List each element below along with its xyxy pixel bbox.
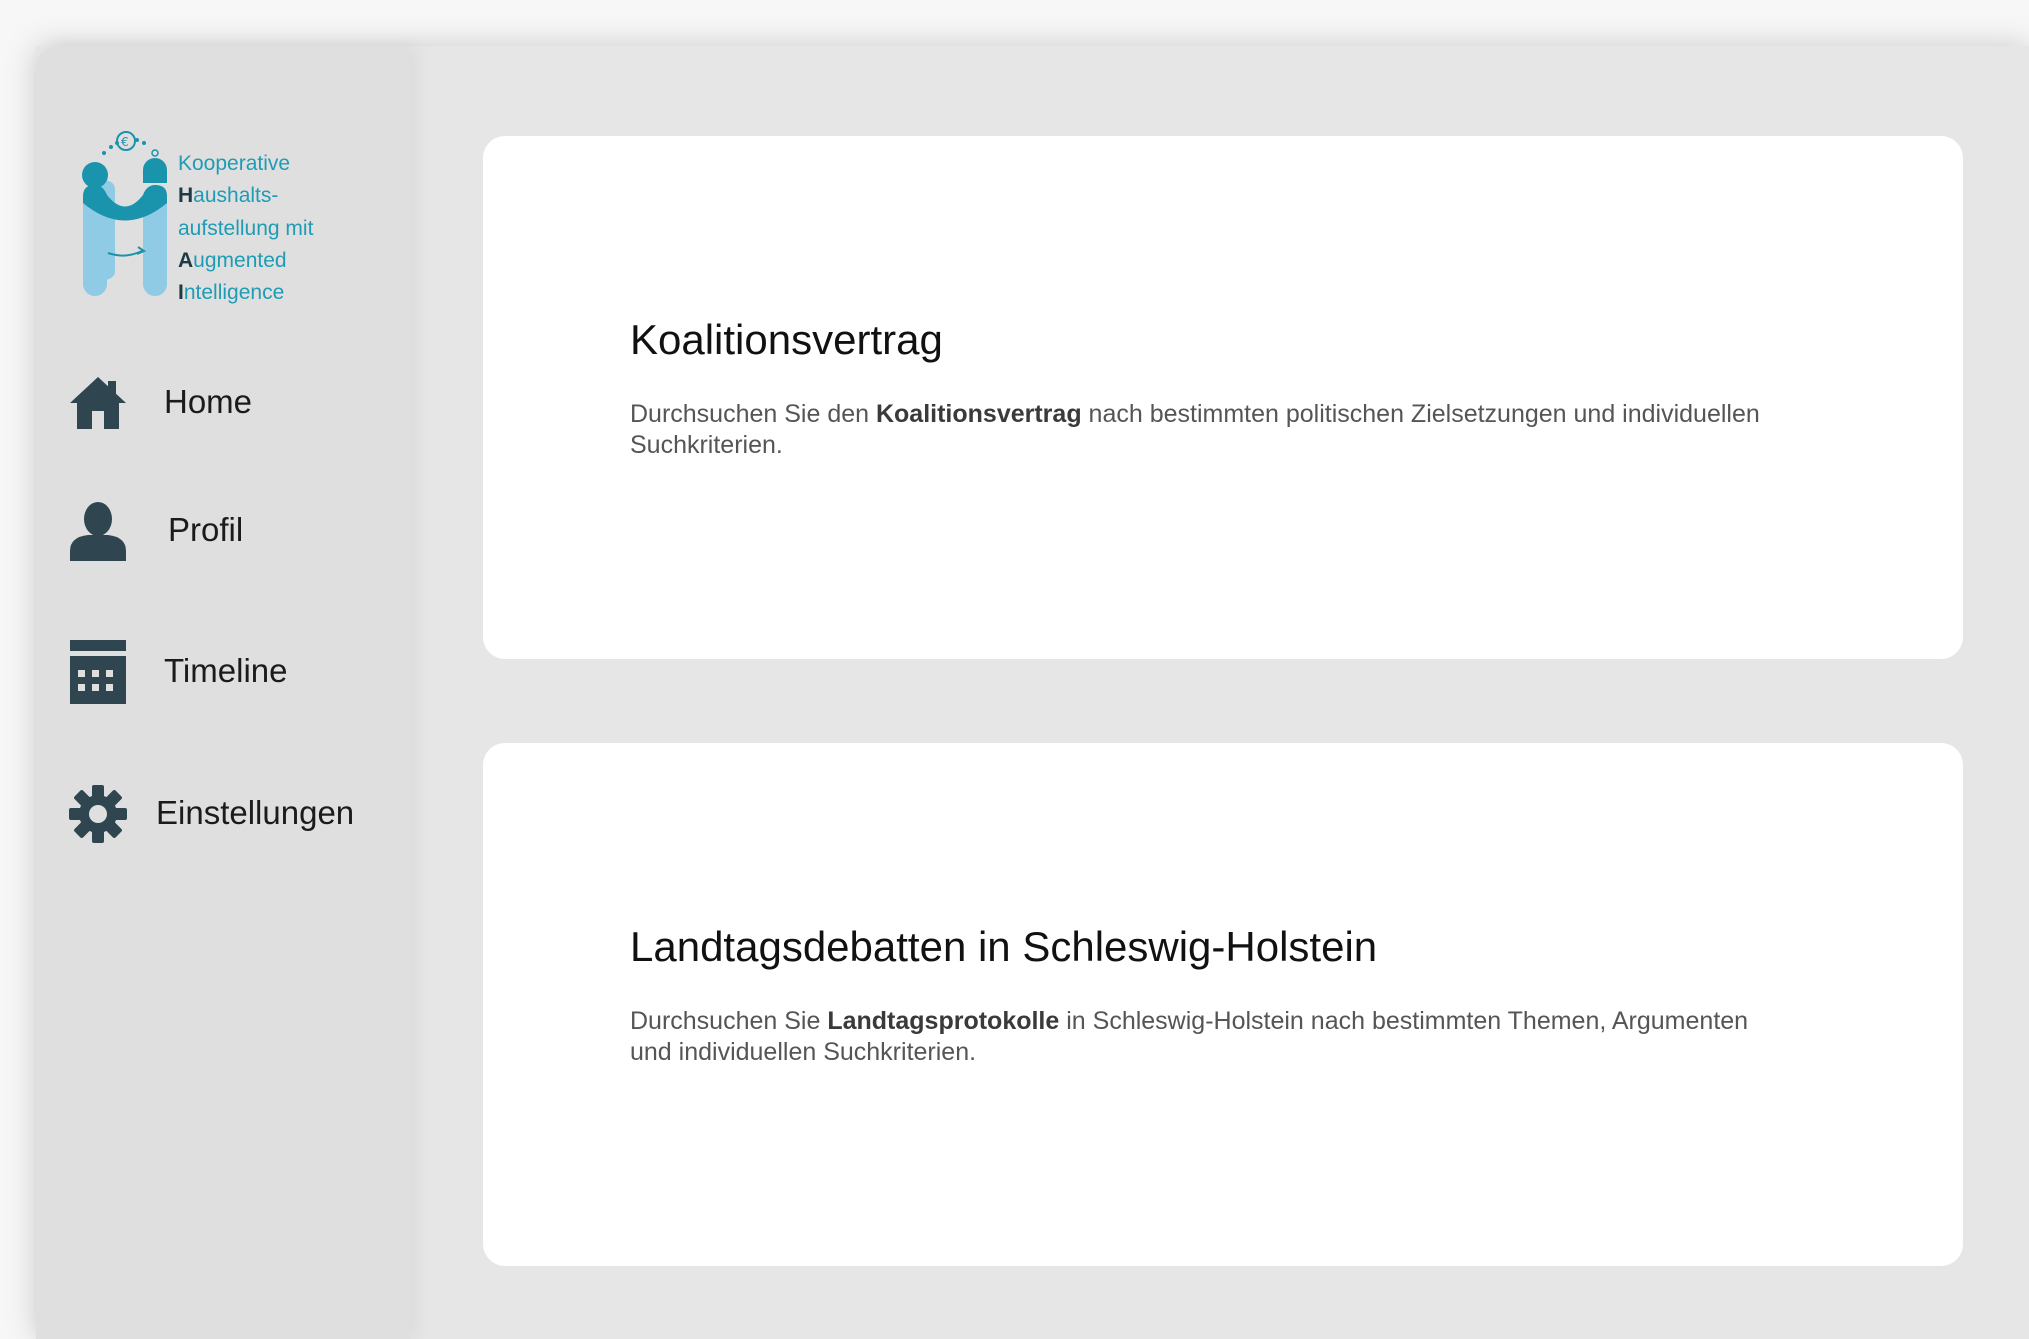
home-icon — [70, 377, 126, 429]
card-title: Landtagsdebatten in Schleswig-Holstein — [630, 923, 1378, 970]
calendar-icon — [70, 640, 126, 704]
logo-wordmark: Kooperative Haushalts- aufstellung mit A… — [178, 148, 313, 309]
logo-figure-icon: € — [82, 131, 167, 296]
logo-line: aufstellung mit — [178, 216, 314, 240]
card-title: Koalitionsvertrag — [630, 316, 943, 363]
gear-icon — [69, 785, 127, 843]
sidebar: € Kooperative Haushalts- aufstellung mit… — [36, 46, 410, 1339]
app-window: € Kooperative Haushalts- aufstellung mit… — [36, 46, 2029, 1339]
logo-line: Intelligence — [178, 281, 285, 305]
sidebar-item-label: Profil — [168, 511, 244, 548]
card-description: Durchsuchen Sie Landtagsprotokolle in Sc… — [630, 1007, 1749, 1066]
user-icon — [70, 502, 126, 561]
card-koalitionsvertrag[interactable]: Koalitionsvertrag Durchsuchen Sie den Ko… — [483, 136, 1963, 659]
logo-line: Haushalts- — [178, 184, 279, 208]
sidebar-item-label: Timeline — [164, 652, 288, 689]
svg-text:€: € — [121, 135, 129, 149]
logo-line: Kooperative — [178, 152, 291, 175]
logo-line: Augmented — [178, 248, 287, 272]
sidebar-item-profil[interactable]: Profil — [68, 499, 388, 563]
sidebar-item-label: Home — [164, 383, 253, 420]
sidebar-item-einstellungen[interactable]: Einstellungen — [68, 782, 388, 846]
sidebar-item-timeline[interactable]: Timeline — [68, 640, 388, 704]
sidebar-item-label: Einstellungen — [156, 794, 355, 831]
card-landtagsdebatten[interactable]: Landtagsdebatten in Schleswig-Holstein D… — [483, 743, 1963, 1266]
khaai-logo[interactable]: € Kooperative Haushalts- aufstellung mit… — [70, 123, 350, 323]
sidebar-item-home[interactable]: Home — [68, 371, 388, 435]
card-description: Durchsuchen Sie den Koalitionsvertrag na… — [630, 400, 1760, 459]
